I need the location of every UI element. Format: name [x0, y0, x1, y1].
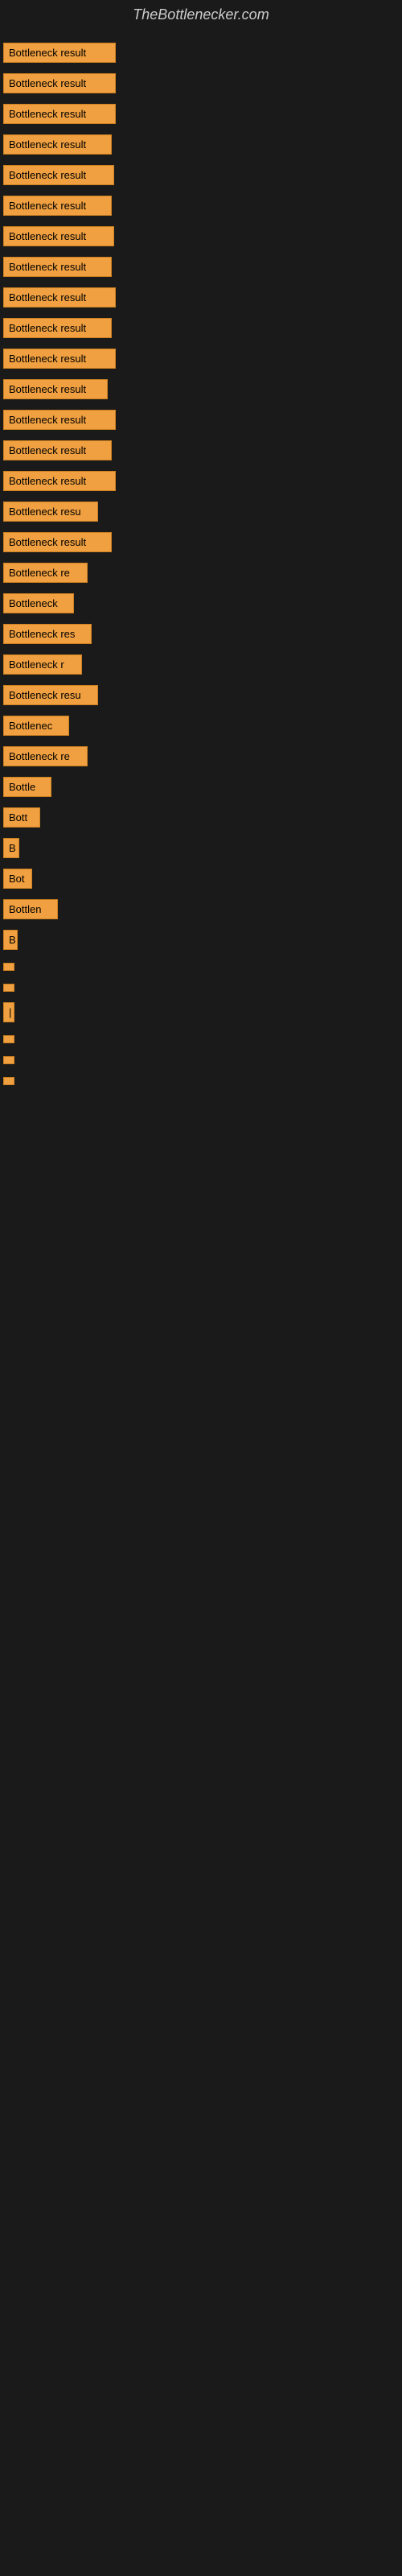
- bar-row: Bottleneck result: [0, 316, 402, 344]
- site-title: TheBottlenecker.com: [0, 0, 402, 30]
- bars-container: Bottleneck result Bottleneck result Bottle…: [0, 30, 402, 1102]
- bar-row: Bottleneck resu: [0, 683, 402, 711]
- bottleneck-bar: Bottleneck result: [3, 349, 116, 369]
- bottleneck-bar: [3, 1035, 14, 1043]
- bar-row: [0, 959, 402, 976]
- bar-row: Bottleneck result: [0, 530, 402, 558]
- bar-row: Bottlen: [0, 898, 402, 925]
- bottleneck-bar: B: [3, 838, 19, 858]
- bottleneck-bar: Bottle: [3, 777, 51, 797]
- bar-row: B: [0, 928, 402, 956]
- bar-row: Bot: [0, 867, 402, 894]
- bottleneck-bar: Bottlen: [3, 899, 58, 919]
- bar-row: Bottleneck result: [0, 194, 402, 221]
- bar-row: Bottleneck result: [0, 439, 402, 466]
- bar-row: Bottleneck result: [0, 347, 402, 374]
- bar-row: B: [0, 836, 402, 864]
- bottleneck-bar: Bot: [3, 869, 32, 889]
- bar-row: Bottleneck result: [0, 225, 402, 252]
- bar-row: Bottlenec: [0, 714, 402, 741]
- bar-row: Bottleneck result: [0, 72, 402, 99]
- bottleneck-bar: Bottleneck result: [3, 257, 112, 277]
- bar-row: Bottleneck: [0, 592, 402, 619]
- bar-row: Bottleneck result: [0, 133, 402, 160]
- bottleneck-bar: |: [3, 1002, 14, 1022]
- bar-row: |: [0, 1001, 402, 1028]
- bar-row: Bottleneck result: [0, 102, 402, 130]
- bottleneck-bar: [3, 963, 14, 971]
- bar-row: [0, 1073, 402, 1091]
- bottleneck-bar: Bottleneck result: [3, 471, 116, 491]
- bar-row: Bottleneck re: [0, 745, 402, 772]
- bottleneck-bar: [3, 1056, 14, 1064]
- bottleneck-bar: Bottleneck result: [3, 134, 112, 155]
- bottleneck-bar: Bottleneck re: [3, 746, 88, 766]
- bottleneck-bar: Bottleneck result: [3, 73, 116, 93]
- bottleneck-bar: Bottleneck re: [3, 563, 88, 583]
- bottleneck-bar: Bottleneck result: [3, 318, 112, 338]
- bottleneck-bar: Bottleneck resu: [3, 685, 98, 705]
- bottleneck-bar: Bottleneck result: [3, 532, 112, 552]
- bar-row: Bott: [0, 806, 402, 833]
- bar-row: Bottleneck r: [0, 653, 402, 680]
- bottleneck-bar: Bottleneck result: [3, 440, 112, 460]
- bottleneck-bar: Bottleneck result: [3, 226, 114, 246]
- bottleneck-bar: Bottleneck result: [3, 196, 112, 216]
- bar-row: Bottleneck result: [0, 469, 402, 497]
- bottleneck-bar: [3, 984, 14, 992]
- bottleneck-bar: [3, 1077, 14, 1085]
- bar-row: Bottleneck result: [0, 255, 402, 283]
- bottleneck-bar: Bott: [3, 807, 40, 828]
- bottleneck-bar: Bottleneck res: [3, 624, 92, 644]
- bottleneck-bar: Bottleneck result: [3, 379, 108, 399]
- bar-row: [0, 1031, 402, 1049]
- bar-row: Bottleneck result: [0, 286, 402, 313]
- bottleneck-bar: Bottleneck r: [3, 654, 82, 675]
- bottleneck-bar: B: [3, 930, 18, 950]
- bar-row: Bottleneck result: [0, 408, 402, 436]
- bar-row: Bottleneck result: [0, 163, 402, 191]
- bar-row: Bottle: [0, 775, 402, 803]
- bottleneck-bar: Bottleneck: [3, 593, 74, 613]
- bar-row: Bottleneck result: [0, 378, 402, 405]
- bar-row: Bottleneck result: [0, 41, 402, 68]
- bottleneck-bar: Bottleneck result: [3, 43, 116, 63]
- bar-row: [0, 1052, 402, 1070]
- bar-row: Bottleneck resu: [0, 500, 402, 527]
- bottleneck-bar: Bottleneck result: [3, 165, 114, 185]
- bottleneck-bar: Bottleneck result: [3, 287, 116, 308]
- bottleneck-bar: Bottlenec: [3, 716, 69, 736]
- bottleneck-bar: Bottleneck resu: [3, 502, 98, 522]
- bottleneck-bar: Bottleneck result: [3, 410, 116, 430]
- bar-row: Bottleneck res: [0, 622, 402, 650]
- bottleneck-bar: Bottleneck result: [3, 104, 116, 124]
- bar-row: [0, 980, 402, 997]
- bar-row: Bottleneck re: [0, 561, 402, 588]
